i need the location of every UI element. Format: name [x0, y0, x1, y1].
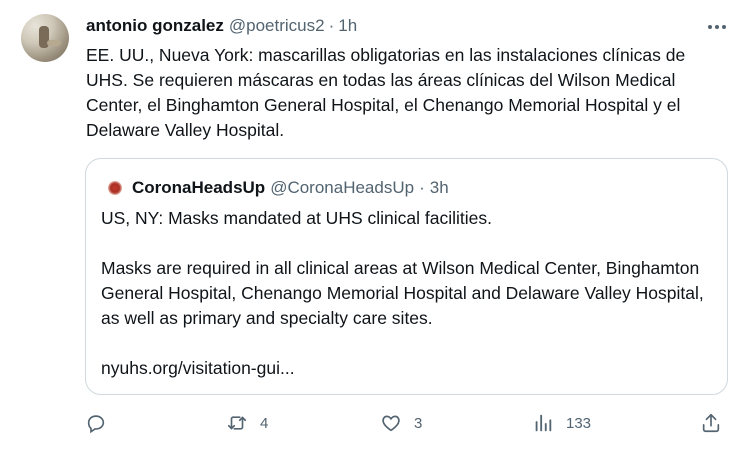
retweet-count: 4 — [260, 414, 269, 432]
reply-icon — [87, 415, 105, 434]
action-bar: 4 3 133 — [0, 408, 754, 438]
quoted-timestamp: 3h — [429, 178, 449, 197]
heart-icon — [382, 415, 400, 432]
quoted-header: CoronaHeadsUp @CoronaHeadsUp · 3h — [108, 177, 449, 199]
share-icon — [702, 413, 720, 433]
author-handle[interactable]: @poetricus2 — [229, 16, 325, 36]
quoted-text: US, NY: Masks mandated at UHS clinical f… — [101, 206, 711, 381]
tweet-header: antonio gonzalez @poetricus2 · 1h — [86, 15, 357, 37]
views-count: 133 — [566, 414, 592, 432]
quoted-author-name: CoronaHeadsUp — [132, 178, 266, 197]
author-avatar[interactable] — [21, 14, 69, 62]
quoted-text-line2: Masks are required in all clinical areas… — [101, 258, 704, 328]
quoted-author-handle: @CoronaHeadsUp — [270, 178, 415, 197]
retweet-button[interactable]: 4 — [226, 408, 268, 438]
more-dot — [722, 25, 726, 29]
avatar-figure-detail — [47, 40, 61, 46]
quoted-text-line1: US, NY: Masks mandated at UHS clinical f… — [101, 208, 492, 228]
header-separator: · — [328, 16, 335, 35]
more-dot — [708, 25, 712, 29]
quoted-separator: · — [419, 178, 425, 197]
views-button[interactable]: 133 — [532, 408, 591, 438]
quoted-author-avatar — [108, 181, 122, 195]
quoted-link: nyuhs.org/visitation-gui... — [101, 358, 295, 378]
like-button[interactable]: 3 — [380, 408, 422, 438]
reply-button[interactable] — [85, 408, 119, 438]
author-name[interactable]: antonio gonzalez — [86, 16, 224, 36]
more-dot — [715, 25, 719, 29]
tweet-card[interactable]: antonio gonzalez @poetricus2 · 1h EE. UU… — [0, 0, 754, 462]
quoted-tweet[interactable]: CoronaHeadsUp @CoronaHeadsUp · 3h US, NY… — [85, 158, 728, 395]
views-chart-icon — [535, 414, 552, 432]
like-count: 3 — [414, 414, 423, 432]
tweet-text: EE. UU., Nueva York: mascarillas obligat… — [86, 45, 686, 140]
more-options-icon[interactable] — [704, 18, 730, 36]
tweet-timestamp[interactable]: 1h — [338, 16, 357, 36]
share-button[interactable] — [700, 408, 722, 438]
retweet-icon — [227, 416, 247, 430]
